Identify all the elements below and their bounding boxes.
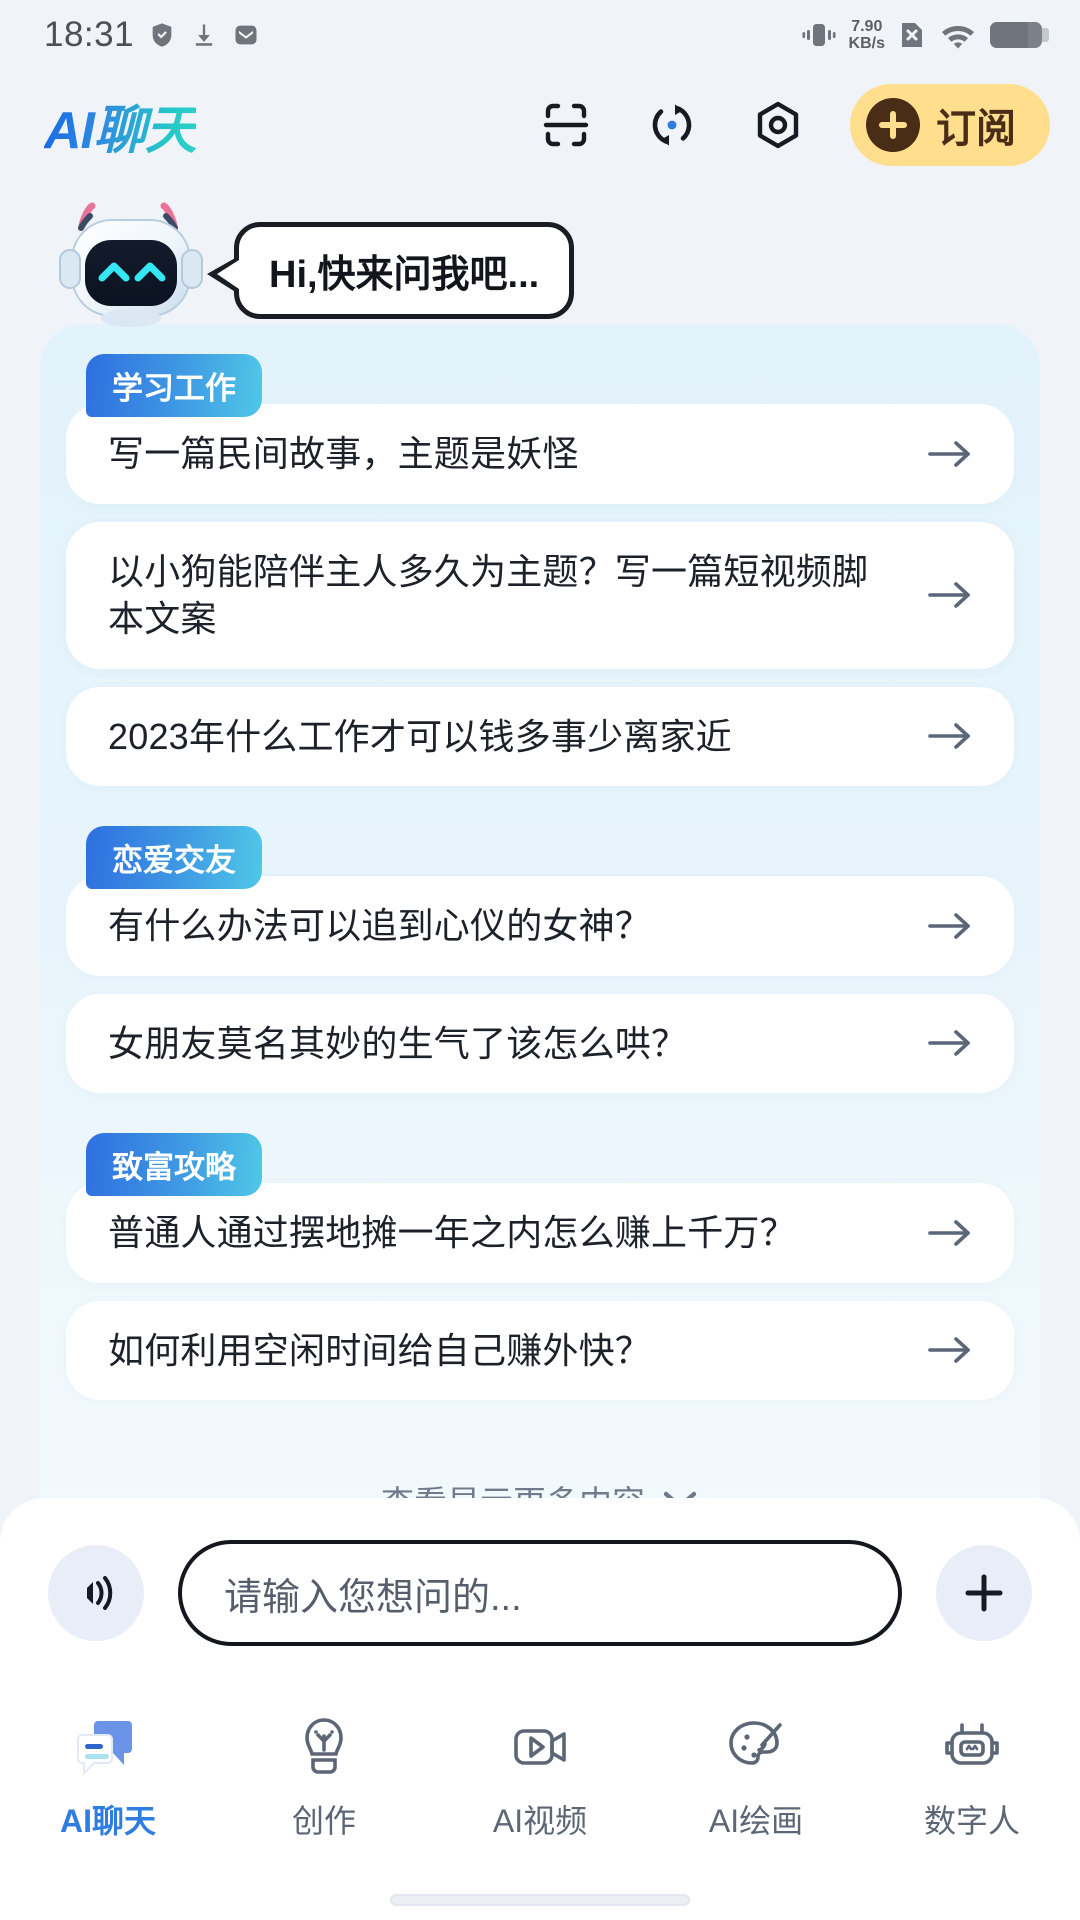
suggestion-text: 2023年什么工作才可以钱多事少离家近 [108, 715, 732, 757]
subscribe-label: 订阅 [936, 107, 1016, 151]
nav-item-creation[interactable]: 创作 [216, 1710, 432, 1842]
suggestion-card[interactable]: 有什么办法可以追到心仪的女神？ [66, 876, 1014, 976]
scan-icon[interactable] [538, 97, 594, 153]
arrow-right-icon [928, 1030, 970, 1057]
arrow-right-icon [928, 1220, 970, 1246]
header-icon-group [538, 97, 806, 153]
robot-avatar [52, 198, 212, 328]
network-speed-value: 7.90 [851, 18, 883, 35]
network-speed: 7.90 KB/s [849, 18, 885, 52]
battery-icon [990, 22, 1049, 48]
suggestions-panel: 学习工作 写一篇民间故事，主题是妖怪 以小狗能陪伴主人多久为主题？写一篇短视频脚… [40, 324, 1040, 1573]
creation-icon [287, 1710, 361, 1784]
network-speed-unit: KB/s [848, 35, 885, 52]
arrow-right-icon [928, 440, 970, 467]
arrow-right-icon [928, 723, 970, 750]
nav-label: AI聊天 [59, 1803, 156, 1839]
arrow-right-icon [928, 1337, 970, 1364]
suggestion-card[interactable]: 以小狗能陪伴主人多久为主题？写一篇短视频脚本文案 [66, 521, 1014, 669]
status-bar: 18:31 7.90 KB/s [0, 0, 1080, 70]
add-attachment-button[interactable] [936, 1545, 1032, 1641]
suggestion-text: 写一篇民间故事，主题是妖怪 [108, 433, 579, 474]
status-time: 18:31 [44, 15, 135, 54]
suggestion-text: 以小狗能陪伴主人多久为主题？写一篇短视频脚本文案 [108, 550, 869, 640]
message-input-bar: 请输入您想问的... [0, 1498, 1080, 1688]
palette-icon [719, 1710, 793, 1784]
vibrate-icon [802, 24, 836, 46]
app-header: AI聊天 订阅 [0, 70, 1080, 180]
arrow-right-icon [928, 913, 970, 939]
subscribe-button[interactable]: 订阅 [850, 84, 1050, 166]
chat-bubbles-icon [71, 1710, 145, 1784]
suggestion-text: 女朋友莫名其妙的生气了该怎么哄？ [108, 1022, 688, 1064]
greeting-text: Hi,快来问我吧... [269, 254, 540, 296]
home-indicator [390, 1894, 690, 1906]
message-placeholder: 请输入您想问的... [224, 1576, 522, 1619]
nav-item-ai-video[interactable]: AI视频 [432, 1710, 648, 1842]
sim-disabled-icon [902, 23, 922, 47]
hexagon-settings-icon[interactable] [750, 97, 806, 153]
category-group: 恋爱交友 有什么办法可以追到心仪的女神？ 女朋友莫名其妙的生气了该怎么哄？ [66, 826, 1014, 1094]
suggestion-text: 普通人通过摆地摊一年之内怎么赚上千万？ [108, 1212, 796, 1254]
app-logo: AI聊天 [44, 88, 197, 163]
suggestion-card[interactable]: 写一篇民间故事，主题是妖怪 [66, 404, 1014, 504]
plus-icon [965, 1574, 1003, 1612]
plus-circle-icon [866, 98, 920, 152]
suggestion-card[interactable]: 2023年什么工作才可以钱多事少离家近 [66, 686, 1014, 787]
nav-label: AI视频 [492, 1803, 588, 1839]
suggestion-text: 有什么办法可以追到心仪的女神？ [108, 905, 652, 947]
nav-label: 创作 [291, 1803, 356, 1839]
nav-label: 数字人 [923, 1803, 1020, 1839]
status-bar-right: 7.90 KB/s [802, 18, 1049, 52]
nav-item-digital-human[interactable]: 数字人 [864, 1710, 1080, 1842]
wifi-icon [942, 26, 974, 49]
category-group: 学习工作 写一篇民间故事，主题是妖怪 以小狗能陪伴主人多久为主题？写一篇短视频脚… [66, 354, 1014, 787]
category-group: 致富攻略 普通人通过摆地摊一年之内怎么赚上千万？ 如何利用空闲时间给自己赚外快？ [66, 1133, 1014, 1401]
nav-label: AI绘画 [708, 1803, 804, 1839]
suggestion-text: 如何利用空闲时间给自己赚外快？ [108, 1329, 652, 1371]
voice-wave-icon [87, 1576, 113, 1610]
arrow-right-icon [928, 582, 970, 608]
suggestion-card[interactable]: 如何利用空闲时间给自己赚外快？ [66, 1300, 1014, 1401]
robot-head-icon [935, 1710, 1009, 1784]
category-tag: 恋爱交友 [86, 826, 262, 890]
download-icon [195, 24, 213, 46]
status-bar-left: 18:31 [44, 15, 260, 55]
suggestion-card[interactable]: 普通人通过摆地摊一年之内怎么赚上千万？ [66, 1183, 1014, 1283]
shield-icon [152, 23, 172, 47]
voice-input-button[interactable] [48, 1545, 144, 1641]
nav-item-ai-chat[interactable]: AI聊天 [0, 1710, 216, 1842]
mail-icon [235, 25, 257, 45]
greeting-bubble: Hi,快来问我吧... [206, 222, 575, 319]
refresh-icon[interactable] [644, 97, 700, 153]
nav-item-ai-painting[interactable]: AI绘画 [648, 1710, 864, 1842]
message-text-field[interactable]: 请输入您想问的... [178, 1540, 902, 1646]
video-camera-icon [503, 1710, 577, 1784]
bottom-navigation: AI聊天 创作 AI视频 AI绘画 数字人 [0, 1688, 1080, 1920]
category-tag: 致富攻略 [86, 1133, 262, 1197]
category-tag: 学习工作 [86, 354, 262, 417]
assistant-greeting: Hi,快来问我吧... [0, 180, 1080, 327]
suggestion-card[interactable]: 女朋友莫名其妙的生气了该怎么哄？ [66, 993, 1014, 1094]
